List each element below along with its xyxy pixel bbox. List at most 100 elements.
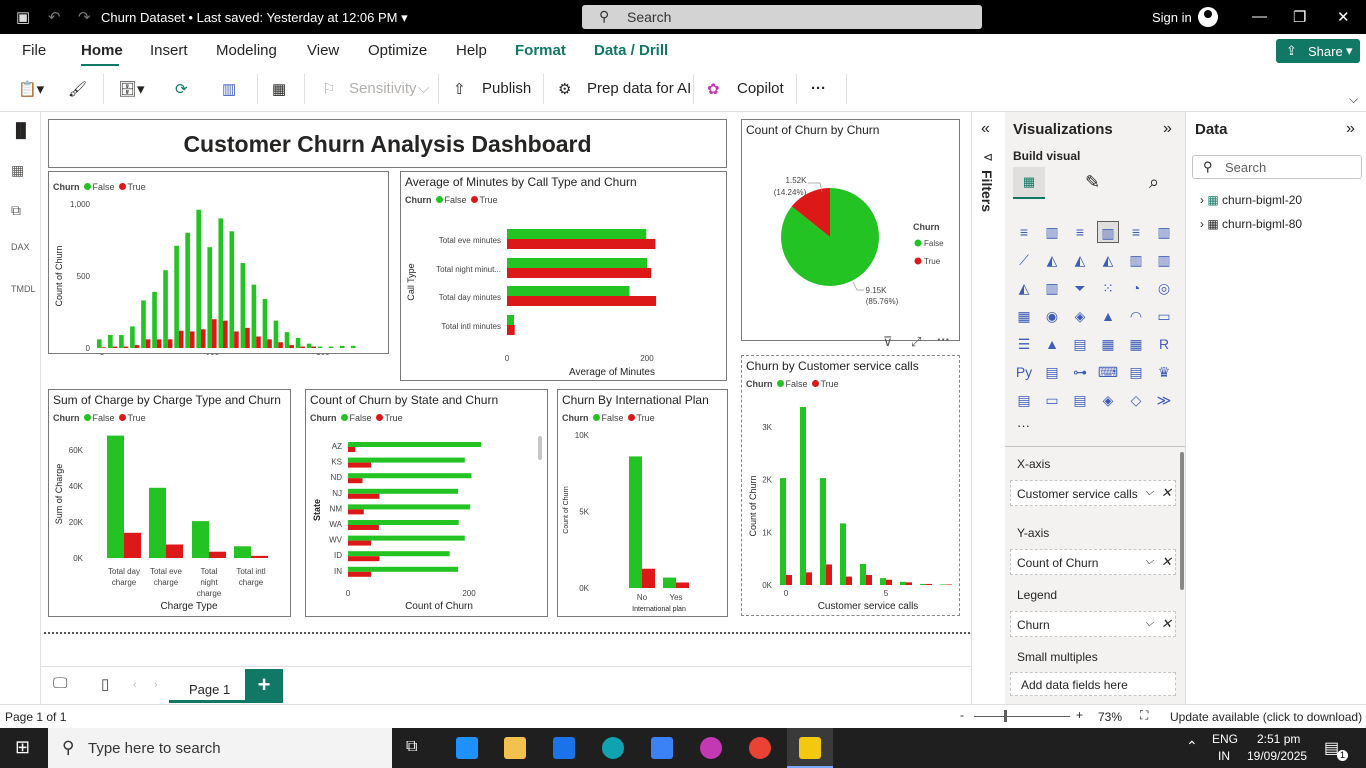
document-title[interactable]: Churn Dataset • Last saved: Yesterday at… bbox=[101, 10, 408, 26]
more-options-icon[interactable]: ··· bbox=[811, 80, 826, 97]
file-explorer-icon[interactable] bbox=[504, 737, 526, 759]
churn-by-state-chart[interactable]: Count of Churn by State and Churn Churn F… bbox=[305, 389, 548, 617]
copilot-icon[interactable]: ✿ bbox=[707, 80, 720, 98]
focus-mode-icon[interactable]: ⤢ bbox=[911, 334, 921, 350]
language-code[interactable]: ENG bbox=[1212, 732, 1238, 746]
zoom-out-icon[interactable]: - bbox=[960, 708, 964, 722]
ribbon-chart-icon[interactable]: ◭ bbox=[1013, 277, 1035, 299]
more-options-icon[interactable]: ··· bbox=[937, 332, 950, 347]
yaxis-field-well[interactable]: Count of Churn ⌵ ✕ bbox=[1010, 549, 1176, 575]
funnel-icon[interactable]: ⏷ bbox=[1069, 277, 1091, 299]
menu-modeling[interactable]: Modeling bbox=[216, 42, 277, 59]
share-button[interactable]: ⇪ Share ▾ bbox=[1276, 39, 1360, 63]
chevron-down-icon[interactable]: ⌵ bbox=[1145, 555, 1153, 568]
analytics-tab-icon[interactable]: ⌕ bbox=[1149, 172, 1159, 193]
scatter-icon[interactable]: ⁙ bbox=[1097, 277, 1119, 299]
table-icon[interactable]: ▦ bbox=[1097, 333, 1119, 355]
chevron-down-icon[interactable]: ⌵ bbox=[1145, 617, 1153, 630]
account-length-chart[interactable]: ChurnFalseTrue 1,00050000100200Account l… bbox=[48, 171, 389, 376]
copilot-icon[interactable] bbox=[700, 737, 722, 759]
waterfall-icon[interactable]: ▥ bbox=[1041, 277, 1063, 299]
desktop-layout-icon[interactable]: 🖵 bbox=[53, 675, 67, 692]
table-item-churn-bigml-80[interactable]: › ▦ churn-bigml-80 bbox=[1200, 217, 1302, 231]
report-view-icon[interactable]: ▐▌ bbox=[11, 122, 31, 138]
app-icon-notepad[interactable] bbox=[456, 737, 478, 759]
filled-map-icon[interactable]: ◈ bbox=[1069, 305, 1091, 327]
scroll-left-icon[interactable]: ‹ bbox=[133, 679, 137, 691]
clustered-column-icon[interactable]: ▥ bbox=[1097, 221, 1119, 243]
small-multiples-well[interactable]: Add data fields here bbox=[1010, 672, 1176, 696]
100-area-icon[interactable]: ◭ bbox=[1097, 249, 1119, 271]
save-icon[interactable]: ▣ bbox=[16, 8, 30, 26]
filter-icon[interactable]: ⊽ bbox=[883, 334, 893, 350]
undo-icon[interactable]: ↶ bbox=[48, 8, 61, 26]
scroll-right-icon[interactable]: › bbox=[154, 679, 158, 691]
pie-icon[interactable]: ◔ bbox=[1125, 277, 1147, 299]
goals-icon[interactable]: ♛ bbox=[1153, 361, 1175, 383]
maximize-icon[interactable]: ❐ bbox=[1293, 8, 1306, 26]
dax-query-icon[interactable]: DAX bbox=[11, 242, 30, 252]
chart-scrollbar[interactable] bbox=[538, 436, 542, 460]
narrative-icon[interactable]: ▤ bbox=[1125, 361, 1147, 383]
remove-field-icon[interactable]: ✕ bbox=[1161, 616, 1172, 632]
python-visual-icon[interactable]: Py bbox=[1013, 361, 1035, 383]
chrome-icon[interactable] bbox=[749, 737, 771, 759]
stacked-bar-icon[interactable]: ≡ bbox=[1013, 221, 1035, 243]
taskbar-search[interactable]: ⚲ Type here to search bbox=[48, 728, 392, 768]
region-code[interactable]: IN bbox=[1218, 749, 1230, 763]
zoom-level[interactable]: 73% bbox=[1098, 710, 1122, 724]
power-apps-icon[interactable]: ◈ bbox=[1097, 389, 1119, 411]
store-icon[interactable] bbox=[651, 737, 673, 759]
menu-home[interactable]: Home bbox=[81, 42, 123, 59]
mobile-layout-icon[interactable]: ▯ bbox=[101, 675, 109, 693]
chevron-up-icon[interactable]: ⌃ bbox=[1186, 738, 1198, 755]
charge-by-type-chart[interactable]: Sum of Charge by Charge Type and Churn C… bbox=[48, 389, 291, 617]
publish-button[interactable]: Publish bbox=[482, 80, 531, 97]
menu-file[interactable]: File bbox=[22, 42, 46, 59]
task-view-icon[interactable]: ⧉ bbox=[406, 738, 417, 756]
menu-optimize[interactable]: Optimize bbox=[368, 42, 427, 59]
card-new-icon[interactable]: ▭ bbox=[1041, 389, 1063, 411]
filters-label[interactable]: Filters bbox=[979, 170, 995, 212]
azure-map-icon[interactable]: ▲ bbox=[1097, 305, 1119, 327]
powerbi-taskbar-item[interactable] bbox=[787, 728, 833, 768]
stacked-column-icon[interactable]: ▥ bbox=[1041, 221, 1063, 243]
legend-field-well[interactable]: Churn ⌵ ✕ bbox=[1010, 611, 1176, 637]
model-view-icon[interactable]: ⧉ bbox=[11, 202, 21, 219]
get-data-icon[interactable]: 🗄▾ bbox=[118, 80, 145, 98]
mail-icon[interactable] bbox=[553, 737, 575, 759]
area-chart-icon[interactable]: ◭ bbox=[1041, 249, 1063, 271]
line-column-icon[interactable]: ▥ bbox=[1125, 249, 1147, 271]
prep-data-button[interactable]: Prep data for AI bbox=[587, 80, 691, 97]
zoom-in-icon[interactable]: + bbox=[1076, 708, 1083, 722]
dashboard-title-card[interactable]: Customer Churn Analysis Dashboard bbox=[48, 119, 727, 168]
zoom-slider-thumb[interactable] bbox=[1004, 710, 1007, 722]
kpi-icon[interactable]: ▲ bbox=[1041, 333, 1063, 355]
card-icon[interactable]: ▭ bbox=[1153, 305, 1175, 327]
expand-pane-icon[interactable]: » bbox=[1163, 120, 1172, 138]
publish-icon[interactable]: ⇧ bbox=[453, 80, 466, 98]
stacked-area-icon[interactable]: ◭ bbox=[1069, 249, 1091, 271]
international-plan-chart[interactable]: Churn By International Plan Churn False Tr… bbox=[557, 389, 728, 617]
donut-icon[interactable]: ◎ bbox=[1153, 277, 1175, 299]
menu-view[interactable]: View bbox=[307, 42, 339, 59]
menu-insert[interactable]: Insert bbox=[150, 42, 188, 59]
avatar-icon[interactable] bbox=[1198, 7, 1218, 27]
remove-field-icon[interactable]: ✕ bbox=[1161, 554, 1172, 570]
format-visual-tab-icon[interactable]: ✎ bbox=[1085, 172, 1100, 193]
update-available[interactable]: Update available (click to download) bbox=[1170, 710, 1362, 724]
fit-page-icon[interactable]: ⛶ bbox=[1140, 708, 1148, 723]
tmdl-view-icon[interactable]: TMDL bbox=[11, 284, 36, 294]
add-page-button[interactable]: + bbox=[245, 669, 283, 703]
map-icon[interactable]: ◉ bbox=[1041, 305, 1063, 327]
qa-icon[interactable]: ⌨ bbox=[1097, 361, 1119, 383]
paste-icon[interactable]: 📋▾ bbox=[18, 80, 44, 98]
line-chart-icon[interactable]: ⟋ bbox=[1013, 249, 1035, 271]
slicer-icon[interactable]: ▤ bbox=[1069, 333, 1091, 355]
remove-field-icon[interactable]: ✕ bbox=[1161, 485, 1172, 501]
close-icon[interactable]: ✕ bbox=[1337, 8, 1350, 26]
calculator-icon[interactable]: ▦ bbox=[272, 80, 286, 98]
data-search-input[interactable]: ⚲ Search bbox=[1192, 155, 1362, 179]
r-visual-icon[interactable]: R bbox=[1153, 333, 1175, 355]
redo-icon[interactable]: ↷ bbox=[78, 8, 91, 26]
